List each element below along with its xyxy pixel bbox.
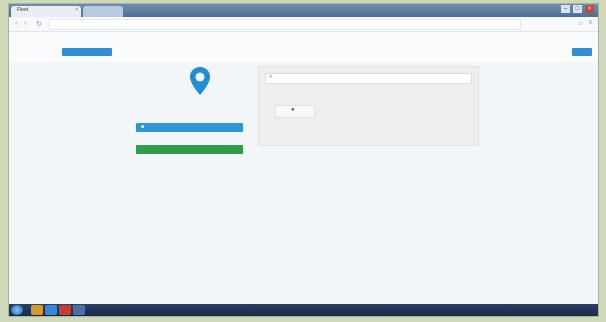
details-panel: ⌕ ●: [258, 66, 479, 146]
back-button[interactable]: ‹: [15, 20, 17, 27]
map-pin-icon: [190, 67, 210, 95]
close-icon[interactable]: ×: [75, 7, 78, 13]
plus-icon: ■: [141, 124, 145, 130]
minimize-icon[interactable]: –: [561, 5, 570, 13]
app-header: [9, 32, 598, 62]
browser-tab-bar: Fleet × – □ ×: [9, 4, 598, 17]
star-icon[interactable]: ☆: [578, 20, 583, 27]
search-icon: ⌕: [269, 74, 273, 80]
item-icon: ●: [291, 107, 295, 113]
explorer-icon[interactable]: [31, 305, 43, 315]
panel-item[interactable]: ●: [275, 105, 315, 118]
tab-title: Fleet: [17, 7, 29, 13]
close-window-icon[interactable]: ×: [585, 5, 594, 13]
screen: Fleet × – □ × ‹ › ↻ ☆ ≡ ■ ⌕ ●: [9, 4, 598, 316]
app-icon-2[interactable]: [73, 305, 85, 315]
browser-toolbar: ‹ › ↻ ☆ ≡: [9, 17, 598, 32]
top-action-button[interactable]: [62, 48, 112, 56]
browser-icon[interactable]: [45, 305, 57, 315]
menu-icon[interactable]: ≡: [588, 20, 592, 27]
location-green-button[interactable]: [136, 145, 243, 154]
browser-tab-active[interactable]: Fleet ×: [11, 6, 81, 17]
toolbar-icons: ☆ ≡: [578, 20, 592, 27]
taskbar: [9, 304, 598, 316]
address-bar[interactable]: [49, 19, 521, 30]
forward-button[interactable]: ›: [24, 20, 26, 27]
maximize-icon[interactable]: □: [573, 5, 582, 13]
search-input[interactable]: ⌕: [265, 73, 472, 84]
window-controls: – □ ×: [561, 5, 594, 13]
location-blue-button[interactable]: ■: [136, 123, 243, 132]
app-icon[interactable]: [59, 305, 71, 315]
browser-tab-new[interactable]: [83, 6, 123, 17]
top-right-button[interactable]: [572, 48, 592, 56]
start-button[interactable]: [11, 305, 23, 315]
reload-button[interactable]: ↻: [36, 20, 42, 28]
